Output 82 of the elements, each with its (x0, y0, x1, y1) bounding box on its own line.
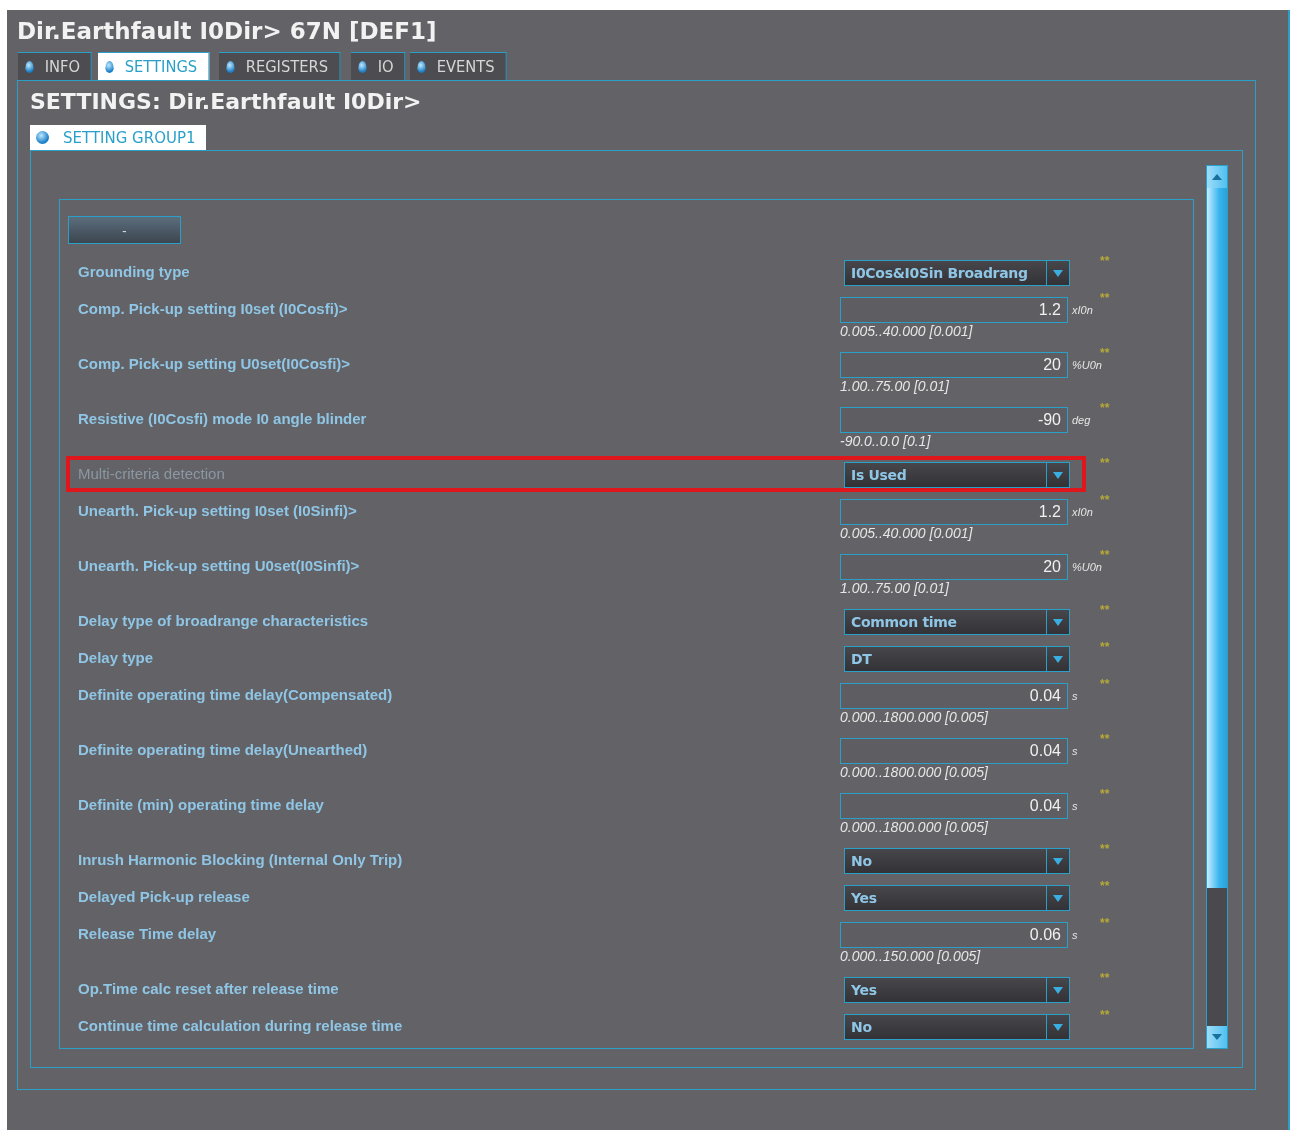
setting-label: Comp. Pick-up setting U0set(I0Cosfi)> (77, 354, 352, 374)
setting-label: Delay type (77, 648, 155, 668)
tab[interactable]: IO (350, 52, 406, 80)
flag-marker: ** (1100, 548, 1110, 562)
dropdown[interactable]: DT (844, 646, 1070, 672)
unit-label: xI0n (1072, 304, 1093, 316)
unit-label: s (1072, 745, 1078, 757)
unit-label: s (1072, 690, 1078, 702)
setting-label: Op.Time calc reset after release time (77, 979, 340, 999)
scroll-up-icon[interactable] (1207, 166, 1227, 188)
group-tab[interactable]: SETTING GROUP1 (30, 125, 206, 150)
status-dot-icon (36, 131, 49, 144)
number-field[interactable]: -90 (840, 407, 1068, 433)
flag-marker: ** (1100, 456, 1110, 470)
range-hint: 0.000..1800.000 [0.005] (840, 819, 989, 836)
unit-label: s (1072, 929, 1078, 941)
number-field[interactable]: 20 (840, 554, 1068, 580)
dropdown[interactable]: I0Cos&I0Sin Broadrang (844, 260, 1070, 286)
unit-label: %U0n (1072, 561, 1102, 573)
setting-label: Delay type of broadrange characteristics (77, 611, 370, 631)
dropdown[interactable]: No (844, 1014, 1070, 1040)
scrollbar-thumb[interactable] (1207, 188, 1227, 888)
setting-label: Definite (min) operating time delay (77, 795, 325, 815)
setting-label: Inrush Harmonic Blocking (Internal Only Trip) (77, 850, 404, 870)
range-hint: 0.005..40.000 [0.001] (840, 323, 974, 340)
panel-title: SETTINGS: Dir.Earthfault I0Dir> (30, 89, 423, 116)
flag-marker: ** (1100, 346, 1110, 360)
flag-marker: ** (1100, 603, 1110, 617)
tab[interactable]: EVENTS (410, 52, 507, 80)
flag-marker: ** (1100, 732, 1110, 746)
setting-label: Delayed Pick-up release (77, 887, 251, 907)
setting-label: Resistive (I0Cosfi) mode I0 angle blinder (77, 409, 368, 429)
tab[interactable]: SETTINGS (98, 52, 210, 80)
setting-label: Definite operating time delay(Unearthed) (77, 740, 369, 760)
flag-marker: ** (1100, 842, 1110, 856)
scroll-down-icon[interactable] (1207, 1026, 1227, 1048)
collapse-button[interactable]: - (68, 216, 181, 244)
dropdown[interactable]: No (844, 848, 1070, 874)
setting-label: Multi-criteria detection (77, 464, 226, 484)
number-field[interactable]: 0.04 (840, 793, 1068, 819)
dropdown[interactable]: Yes (844, 885, 1070, 911)
unit-label: s (1072, 800, 1078, 812)
number-field[interactable]: 0.04 (840, 738, 1068, 764)
number-field[interactable]: 0.04 (840, 683, 1068, 709)
number-field[interactable]: 0.06 (840, 922, 1068, 948)
range-hint: 0.005..40.000 [0.001] (840, 525, 974, 542)
scrollbar[interactable] (1206, 165, 1228, 1049)
flag-marker: ** (1100, 493, 1110, 507)
flag-marker: ** (1100, 916, 1110, 930)
range-hint: 0.000..150.000 [0.005] (840, 948, 982, 965)
setting-label: Definite operating time delay(Compensated) (77, 685, 394, 705)
window-title: Dir.Earthfault I0Dir> 67N [DEF1] (17, 17, 438, 46)
flag-marker: ** (1100, 971, 1110, 985)
dropdown[interactable]: Yes (844, 977, 1070, 1003)
flag-marker: ** (1100, 677, 1110, 691)
flag-marker: ** (1100, 254, 1110, 268)
setting-label: Comp. Pick-up setting I0set (I0Cosfi)> (77, 299, 349, 319)
setting-label: Release Time delay (77, 924, 218, 944)
range-hint: 1.00..75.00 [0.01] (840, 378, 950, 395)
tab[interactable]: REGISTERS (219, 52, 341, 80)
unit-label: %U0n (1072, 359, 1102, 371)
setting-label: Unearth. Pick-up setting I0set (I0Sinfi)> (77, 501, 358, 521)
flag-marker: ** (1100, 879, 1110, 893)
setting-label: Unearth. Pick-up setting U0set(I0Sinfi)> (77, 556, 361, 576)
range-hint: 0.000..1800.000 [0.005] (840, 764, 989, 781)
range-hint: 1.00..75.00 [0.01] (840, 580, 950, 597)
flag-marker: ** (1100, 401, 1110, 415)
number-field[interactable]: 1.2 (840, 297, 1068, 323)
flag-marker: ** (1100, 787, 1110, 801)
flag-marker: ** (1100, 291, 1110, 305)
tab[interactable]: INFO (18, 52, 93, 80)
flag-marker: ** (1100, 1008, 1110, 1022)
unit-label: deg (1072, 414, 1091, 426)
unit-label: xI0n (1072, 506, 1093, 518)
setting-label: Continue time calculation during release time (77, 1016, 404, 1036)
range-hint: 0.000..1800.000 [0.005] (840, 709, 989, 726)
dropdown[interactable]: Common time (844, 609, 1070, 635)
flag-marker: ** (1100, 640, 1110, 654)
range-hint: -90.0..0.0 [0.1] (840, 433, 932, 450)
setting-label: Grounding type (77, 262, 191, 282)
number-field[interactable]: 20 (840, 352, 1068, 378)
number-field[interactable]: 1.2 (840, 499, 1068, 525)
